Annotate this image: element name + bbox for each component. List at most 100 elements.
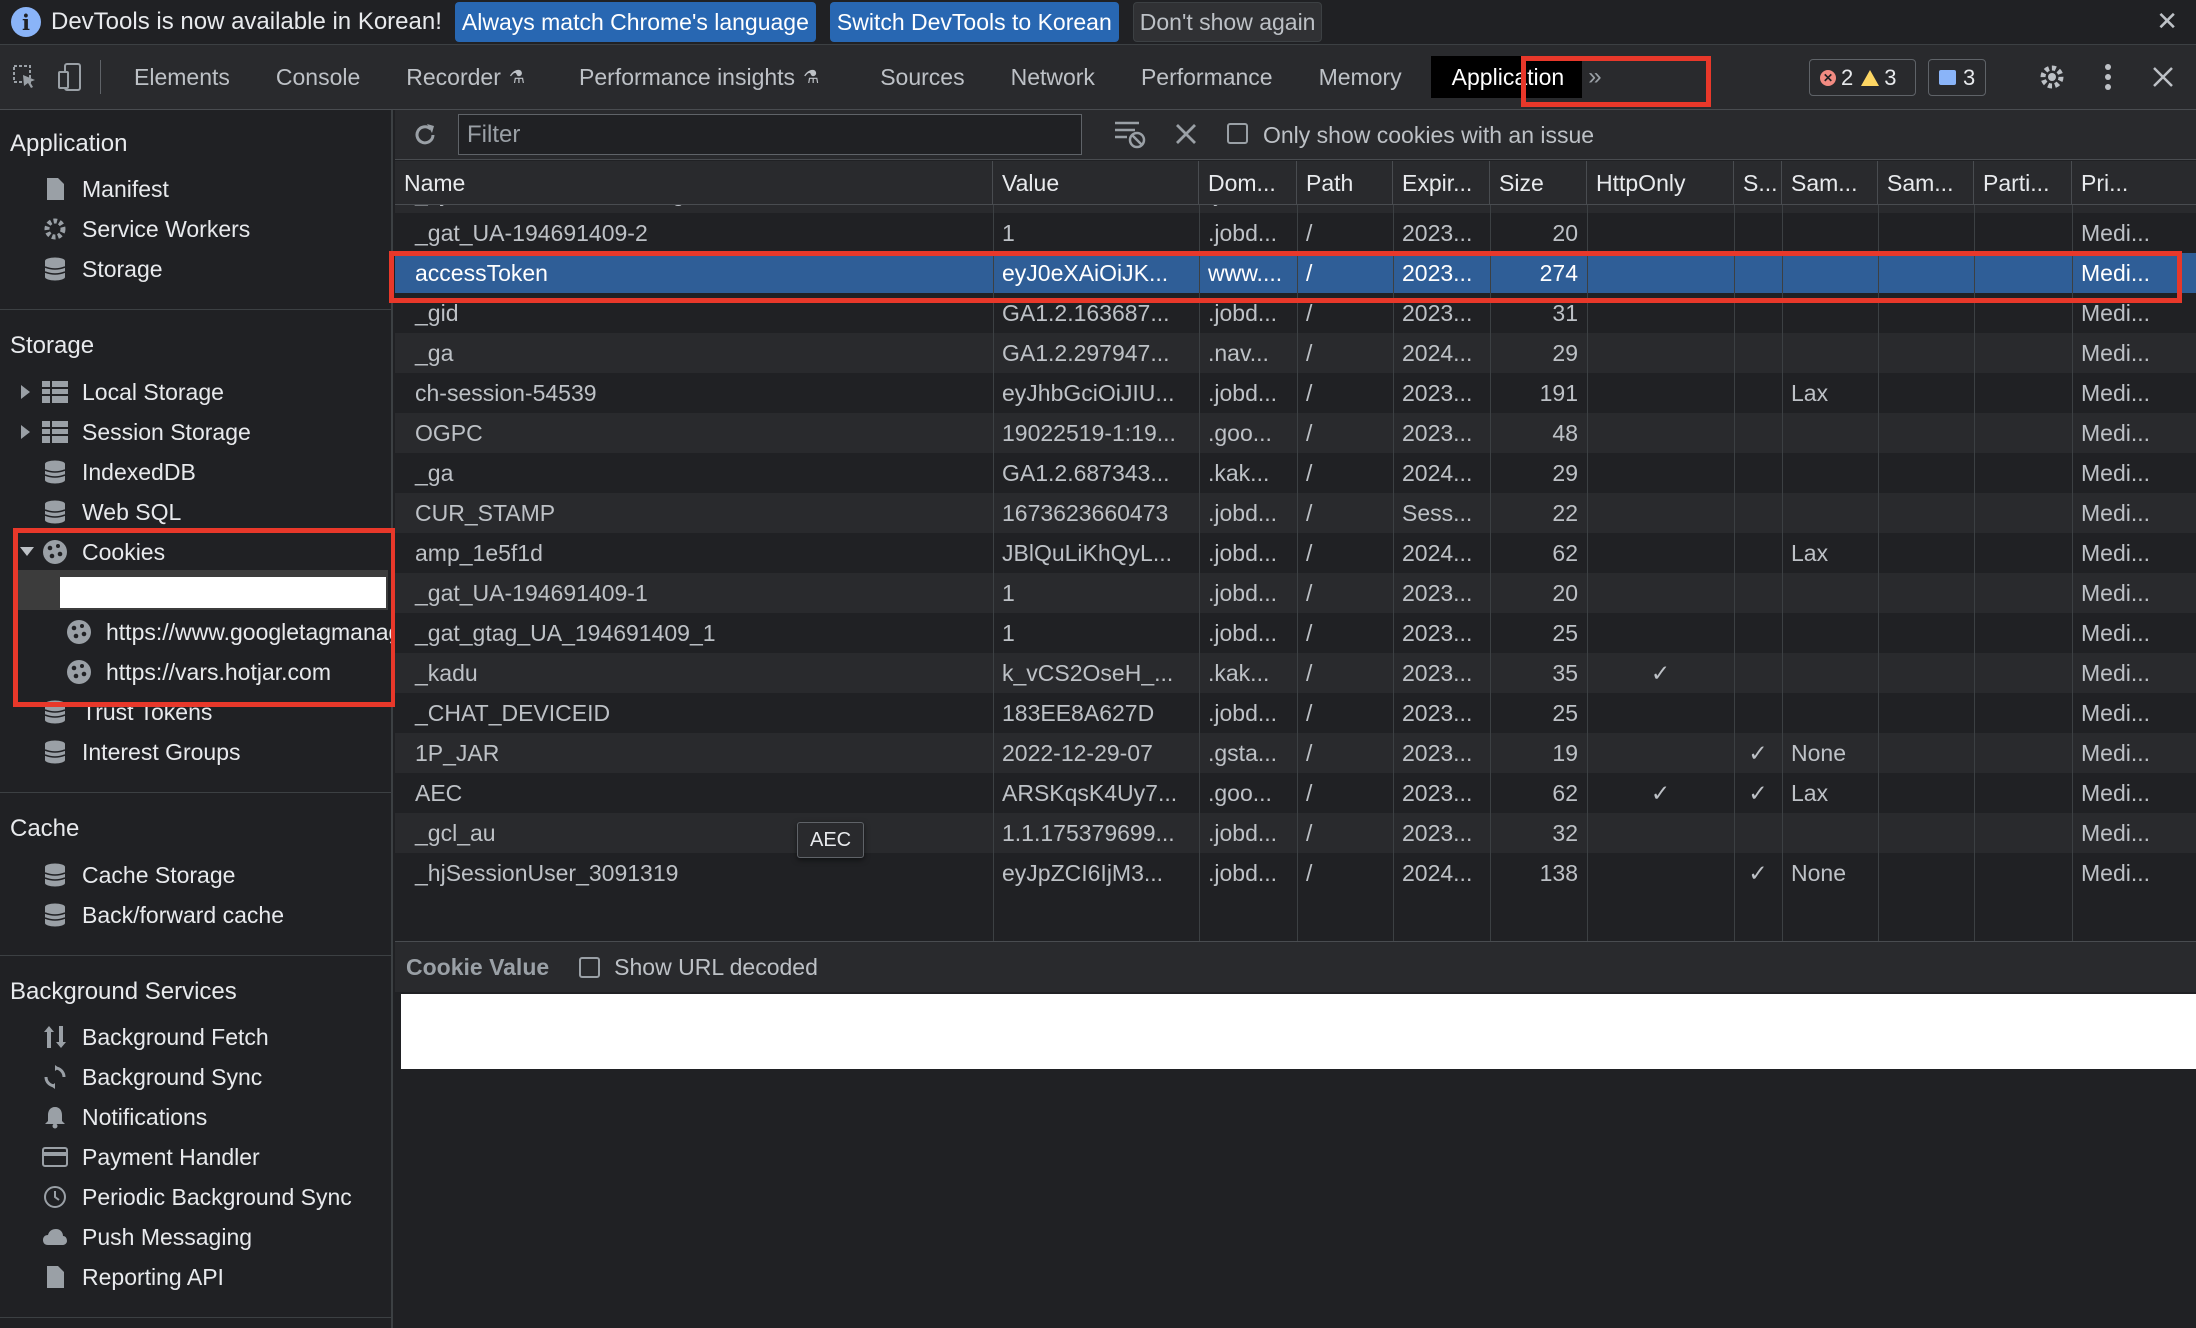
settings-gear-icon[interactable] bbox=[2032, 55, 2072, 99]
table-row[interactable]: _gcl_au 1.1.175379699... .jobd... / 2023... 3… bbox=[395, 813, 2196, 853]
sidebar-item-back-forward-cache[interactable]: Back/forward cache bbox=[42, 897, 284, 933]
table-row[interactable]: _gat_UA-194691409-1 1 .jobd... / 2023... 20 Me… bbox=[395, 573, 2196, 613]
credit-card-icon bbox=[42, 1144, 68, 1170]
cell-domain: .jobd... bbox=[1208, 859, 1278, 886]
cell-value: k_vCS2OseH_... bbox=[1002, 659, 1174, 686]
column-header-partition-key[interactable]: Parti... bbox=[1974, 161, 2072, 205]
table-row[interactable]: _ga GA1.2.297947... .nav... / 2024... 29 Medi.… bbox=[395, 333, 2196, 373]
expand-arrow-icon[interactable] bbox=[21, 385, 30, 399]
column-header-name[interactable]: Name bbox=[395, 161, 993, 205]
sidebar-item-reporting-api[interactable]: Reporting API bbox=[42, 1259, 224, 1295]
cell-size: 25 bbox=[1552, 619, 1578, 646]
column-header-priority[interactable]: Pri... bbox=[2072, 161, 2196, 205]
tab-elements[interactable]: Elements bbox=[111, 46, 253, 108]
table-row[interactable]: _kadu k_vCS2OseH_... .kak... / 2023... 35 ✓ Med… bbox=[395, 653, 2196, 693]
cell-samesite: Lax bbox=[1791, 779, 1829, 806]
column-header-value[interactable]: Value bbox=[993, 161, 1199, 205]
column-header-sameparty[interactable]: Sam... bbox=[1878, 161, 1974, 205]
sidebar-item-local-storage[interactable]: Local Storage bbox=[42, 374, 224, 410]
column-divider bbox=[1490, 205, 1491, 941]
sidebar-item-interest-groups[interactable]: Interest Groups bbox=[42, 734, 241, 770]
column-header-expires[interactable]: Expir... bbox=[1393, 161, 1490, 205]
delete-all-icon[interactable] bbox=[1175, 123, 1197, 145]
tab-network[interactable]: Network bbox=[988, 46, 1118, 108]
cell-domain: .jobd... bbox=[1208, 539, 1278, 566]
refresh-icon[interactable] bbox=[412, 122, 438, 148]
column-header-secure[interactable]: S... bbox=[1734, 161, 1782, 205]
cell-httponly bbox=[1587, 333, 1734, 373]
tab-recorder[interactable]: Recorder ⚗ bbox=[383, 46, 548, 108]
sidebar-item-manifest[interactable]: Manifest bbox=[42, 171, 169, 207]
sidebar-item-periodic-background-sync[interactable]: Periodic Background Sync bbox=[42, 1179, 352, 1215]
cell-priority: Medi... bbox=[2081, 699, 2151, 726]
sidebar-item-background-fetch[interactable]: Background Fetch bbox=[42, 1019, 269, 1055]
flask-icon: ⚗ bbox=[803, 66, 820, 87]
tab-memory[interactable]: Memory bbox=[1296, 46, 1425, 108]
sidebar-item-service-workers[interactable]: Service Workers bbox=[42, 211, 250, 247]
table-row[interactable]: ch-session-54539 eyJhbGciOiJIU... .jobd...… bbox=[395, 373, 2196, 413]
close-icon[interactable]: ✕ bbox=[2156, 6, 2178, 37]
show-url-decoded-checkbox[interactable] bbox=[579, 956, 601, 978]
always-match-language-button[interactable]: Always match Chrome's language bbox=[454, 2, 816, 42]
cell-secure bbox=[1734, 613, 1782, 653]
column-header-httponly[interactable]: HttpOnly bbox=[1587, 161, 1734, 205]
table-row[interactable]: _gat_UA-194691409-2 1 .jobd... / 2023... 20 Me… bbox=[395, 213, 2196, 253]
sidebar-item-push-messaging[interactable]: Push Messaging bbox=[42, 1219, 252, 1255]
cell-sameparty bbox=[1878, 653, 1974, 693]
cell-priority: Medi... bbox=[2081, 499, 2151, 526]
column-header-size[interactable]: Size bbox=[1490, 161, 1587, 205]
cookie-value-box[interactable] bbox=[401, 994, 2196, 1069]
device-toolbar-icon[interactable] bbox=[50, 46, 90, 108]
tab-performance[interactable]: Performance bbox=[1118, 46, 1296, 108]
cell-sameparty bbox=[1878, 493, 1974, 533]
sidebar-item-web-sql[interactable]: Web SQL bbox=[42, 494, 181, 530]
cell-expires: 2023... bbox=[1402, 579, 1473, 606]
filter-input[interactable] bbox=[458, 114, 1082, 155]
dont-show-again-button[interactable]: Don't show again bbox=[1132, 2, 1323, 42]
cell-size: 29 bbox=[1552, 339, 1578, 366]
inspect-element-icon[interactable] bbox=[0, 46, 50, 108]
sidebar-item-indexeddb[interactable]: IndexedDB bbox=[42, 454, 196, 490]
tab-performance-insights[interactable]: Performance insights ⚗ bbox=[548, 46, 842, 108]
cell-domain: .nav... bbox=[1208, 339, 1269, 366]
clear-filtered-cookies-icon[interactable] bbox=[1113, 119, 1147, 149]
close-devtools-icon[interactable] bbox=[2143, 55, 2183, 99]
cell-partition bbox=[1974, 853, 2072, 893]
column-header-path[interactable]: Path bbox=[1297, 161, 1393, 205]
table-row[interactable]: OGPC 19022519-1:19... .goo... / 2023... 48 Med… bbox=[395, 413, 2196, 453]
expand-arrow-icon[interactable] bbox=[21, 425, 30, 439]
table-row[interactable]: CUR_STAMP 1673623660473 .jobd... / Sess... 22… bbox=[395, 493, 2196, 533]
cell-partition bbox=[1974, 493, 2072, 533]
switch-to-korean-button[interactable]: Switch DevTools to Korean bbox=[829, 2, 1119, 42]
table-row[interactable]: _ga GA1.2.687343... .kak... / 2024... 29 Medi.… bbox=[395, 453, 2196, 493]
table-row[interactable]: _CHAT_DEVICEID 183EE8A627D .jobd... / 2023..… bbox=[395, 693, 2196, 733]
more-options-icon[interactable] bbox=[2088, 55, 2128, 99]
sidebar-item-payment-handler[interactable]: Payment Handler bbox=[42, 1139, 260, 1175]
table-row[interactable]: _hjSessionUser_3091319 eyJpZCI6IjM3... .jo… bbox=[395, 853, 2196, 893]
issues-counter[interactable]: ✕ 2 3 bbox=[1809, 59, 1916, 96]
sidebar-item-background-sync[interactable]: Background Sync bbox=[42, 1059, 262, 1095]
cell-priority: Medi... bbox=[2081, 379, 2151, 406]
sidebar-item-session-storage[interactable]: Session Storage bbox=[42, 414, 251, 450]
messages-counter[interactable]: 3 bbox=[1928, 59, 1987, 96]
column-header-samesite[interactable]: Sam... bbox=[1782, 161, 1878, 205]
table-row[interactable]: 1P_JAR 2022-12-29-07 .gsta... / 2023... 19 ✓ No… bbox=[395, 733, 2196, 773]
table-row[interactable]: _gat_gtag_UA_194691409_1 1 .jobd... / 2023..… bbox=[395, 613, 2196, 653]
tab-console[interactable]: Console bbox=[253, 46, 383, 108]
column-divider bbox=[1199, 205, 1200, 941]
sidebar-item-notifications[interactable]: Notifications bbox=[42, 1099, 207, 1135]
file-icon bbox=[42, 176, 68, 202]
cell-size: 19 bbox=[1552, 739, 1578, 766]
table-row[interactable]: AEC ARSKqsK4Uy7... .goo... / 2023... 62 ✓ ✓ Lax M… bbox=[395, 773, 2196, 813]
sidebar-item-storage-overview[interactable]: Storage bbox=[42, 251, 163, 287]
cell-priority: Medi... bbox=[2081, 619, 2151, 646]
sidebar-item-cache-storage[interactable]: Cache Storage bbox=[42, 857, 235, 893]
tab-sources[interactable]: Sources bbox=[842, 46, 987, 108]
cell-priority: Medi... bbox=[2081, 579, 2151, 606]
column-divider bbox=[1297, 205, 1298, 941]
column-divider bbox=[1782, 205, 1783, 941]
column-header-domain[interactable]: Dom... bbox=[1199, 161, 1297, 205]
only-issues-checkbox[interactable] bbox=[1227, 123, 1248, 144]
cell-sameparty bbox=[1878, 733, 1974, 773]
table-row[interactable]: amp_1e5f1d JBlQuLiKhQyL... .jobd... / 2024..… bbox=[395, 533, 2196, 573]
